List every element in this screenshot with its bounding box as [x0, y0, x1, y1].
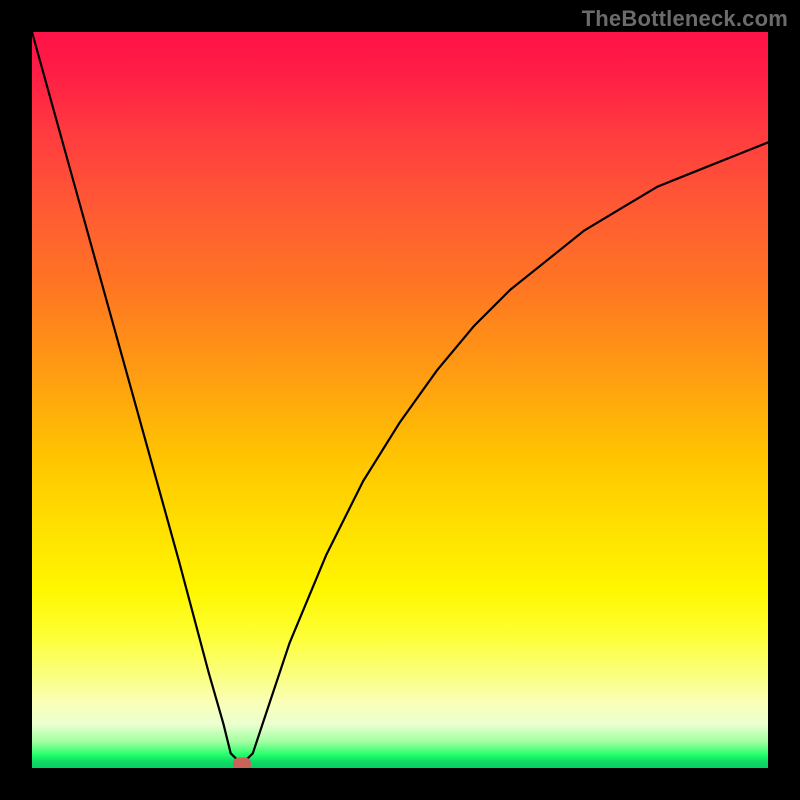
- plot-area: [32, 32, 768, 768]
- minimum-marker: [233, 757, 251, 768]
- heat-gradient: [32, 32, 768, 768]
- watermark-text: TheBottleneck.com: [582, 6, 788, 32]
- chart-frame: TheBottleneck.com: [0, 0, 800, 800]
